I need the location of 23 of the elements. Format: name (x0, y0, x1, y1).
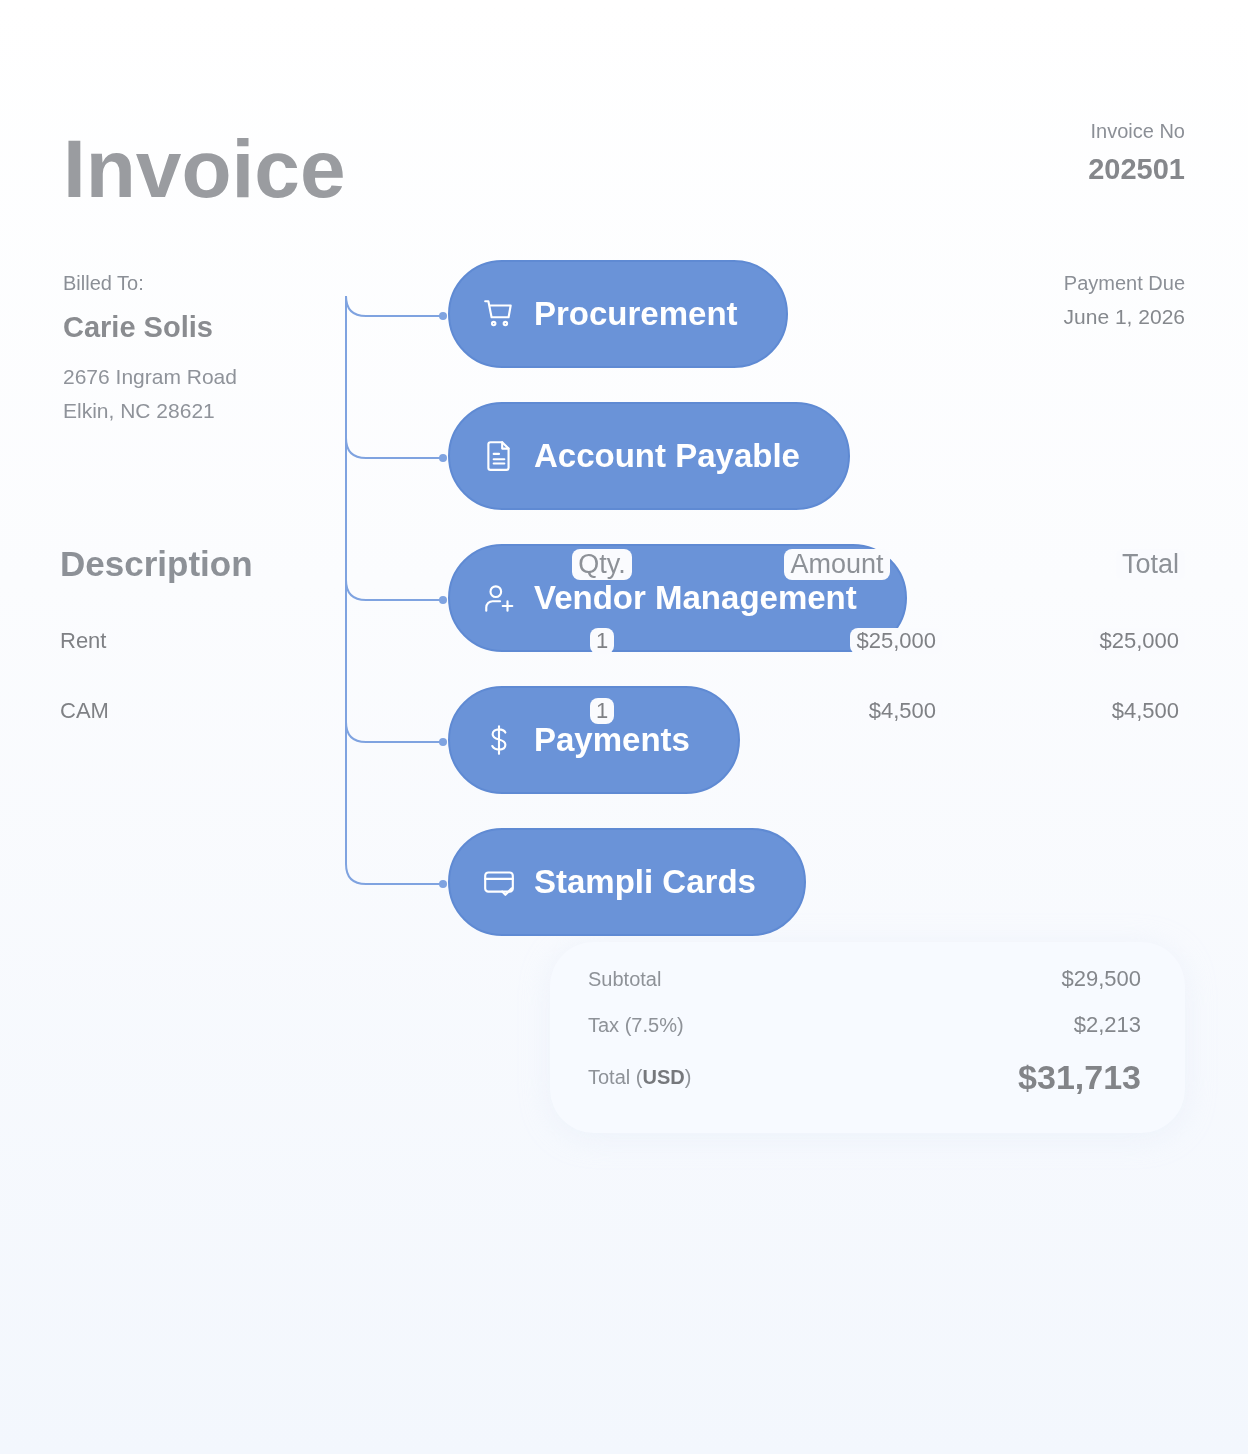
summary-value: $29,500 (1061, 966, 1141, 992)
column-header: Description (60, 544, 254, 584)
client-name: Carie Solis (63, 311, 214, 344)
billed-to-label: Billed To: (63, 272, 145, 295)
invoice-number-label: Invoice No (1090, 120, 1185, 143)
payment-due-date: June 1, 2026 (1063, 305, 1185, 329)
column-header: Amount (784, 548, 890, 580)
workflow-pill[interactable]: Stampli Cards (448, 828, 806, 936)
invoice-title: Invoice (63, 128, 346, 210)
column-header: Qty. (572, 548, 632, 580)
summary-value: $2,213 (1073, 1012, 1141, 1038)
table-cell-text: Rent (60, 628, 108, 654)
summary-value: $31,713 (1018, 1058, 1141, 1097)
address-line: 2676 Ingram Road (63, 364, 237, 390)
address-line: Elkin, NC 28621 (63, 398, 216, 424)
table-cell-text: CAM (60, 698, 110, 724)
payment-due-label: Payment Due (1063, 272, 1185, 295)
summary-label: Total (USD) (588, 1066, 692, 1089)
workflow-pill[interactable]: Procurement (448, 260, 788, 368)
invoice-number: 202501 (1088, 153, 1185, 186)
summary-label: Tax (7.5%) (588, 1013, 684, 1037)
workflow-pill[interactable]: Account Payable (448, 402, 850, 510)
summary-label: Subtotal (588, 967, 662, 991)
